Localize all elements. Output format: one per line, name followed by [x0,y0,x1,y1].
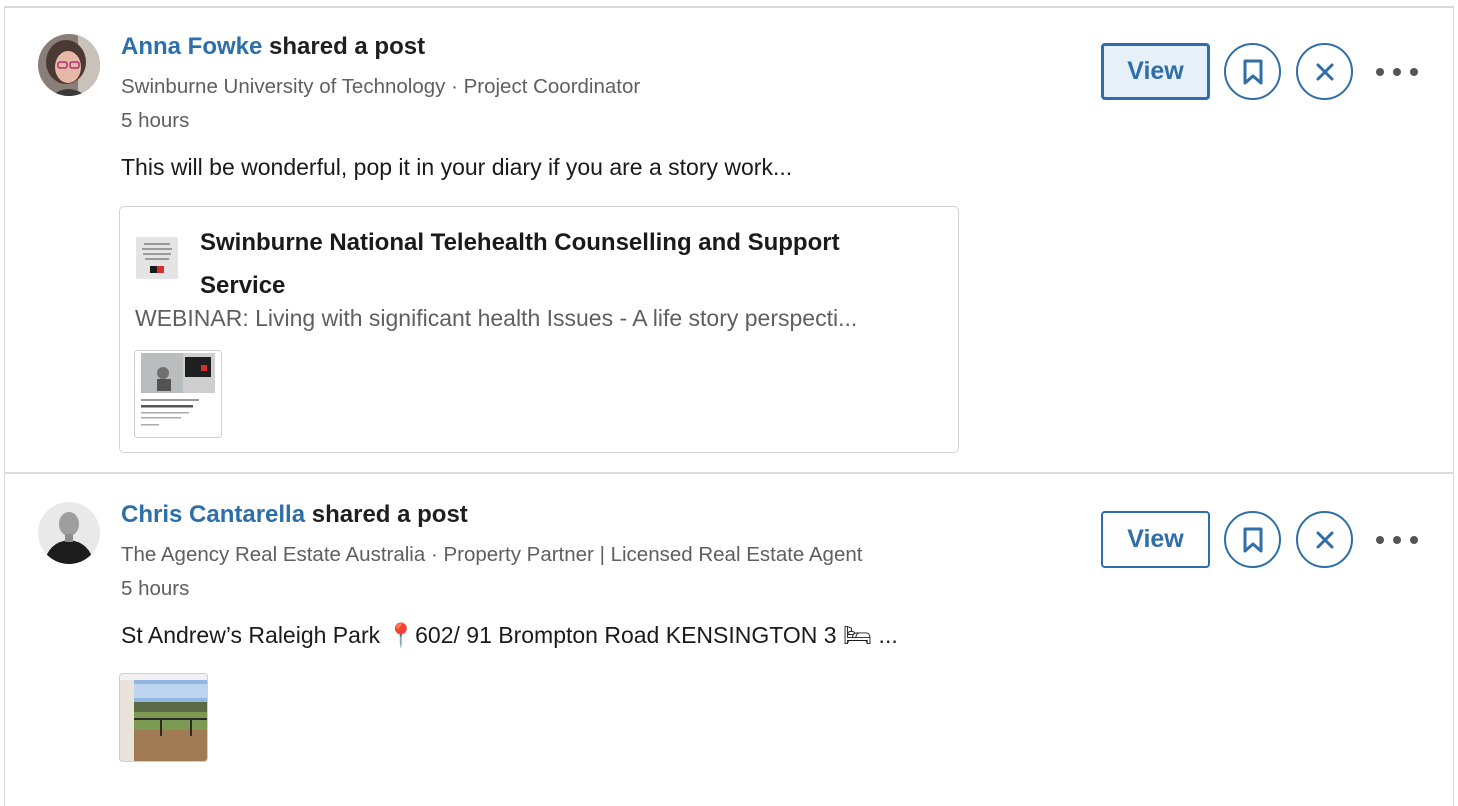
post-headline: Anna Fowke shared a post [121,33,425,61]
close-icon [1316,63,1333,80]
post-time: 5 hours [121,109,190,132]
card-title: Swinburne National Telehealth Counsellin… [200,229,840,299]
card-subtitle: WEBINAR: Living with significant health … [135,305,858,331]
dismiss-button[interactable] [1296,43,1353,100]
avatar[interactable] [38,502,100,564]
more-icon[interactable] [1376,530,1418,550]
organization-logo [136,237,178,279]
save-button[interactable] [1224,511,1281,568]
avatar[interactable] [38,34,100,96]
post-time: 5 hours [121,577,190,600]
close-icon [1316,531,1333,548]
bookmark-icon [1243,527,1262,552]
action-text: shared a post [305,501,468,528]
post-headline: Chris Cantarella shared a post [121,501,468,529]
view-button[interactable]: View [1101,43,1210,100]
post-image-thumbnail[interactable] [119,673,208,762]
save-button[interactable] [1224,43,1281,100]
feed-divider [4,472,1454,474]
document-thumbnail[interactable] [134,350,222,438]
actor-subtitle: The Agency Real Estate Australia · Prope… [121,543,863,566]
post-text[interactable]: St Andrew’s Raleigh Park 📍602/ 91 Brompt… [121,622,898,649]
bookmark-icon [1243,59,1262,84]
shared-link-card[interactable]: Swinburne National Telehealth Counsellin… [119,206,959,453]
action-text: shared a post [262,33,426,60]
dismiss-button[interactable] [1296,511,1353,568]
view-button[interactable]: View [1101,511,1210,568]
post-text[interactable]: This will be wonderful, pop it in your d… [121,154,792,181]
actor-subtitle: Swinburne University of Technology · Pro… [121,75,641,98]
actor-name-link[interactable]: Chris Cantarella [121,501,305,528]
actor-name-link[interactable]: Anna Fowke [121,33,262,60]
more-icon[interactable] [1376,62,1418,82]
